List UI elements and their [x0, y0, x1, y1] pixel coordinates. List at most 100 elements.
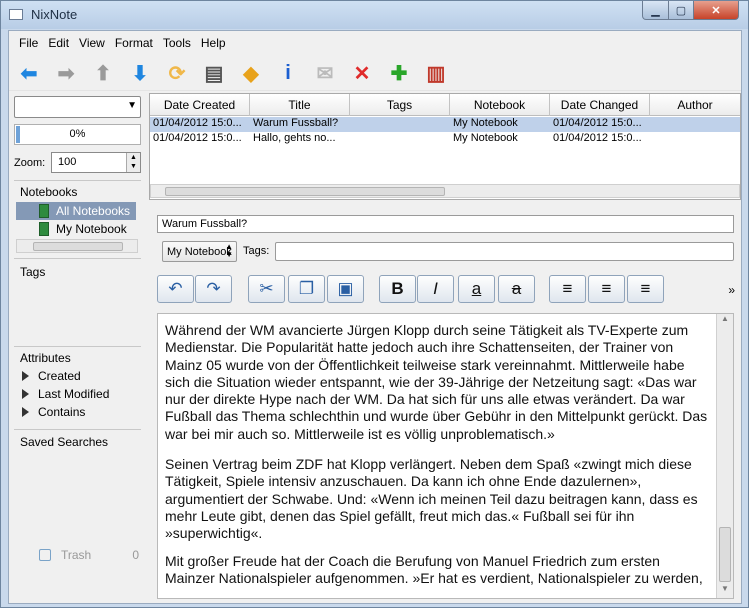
window-title: NixNote	[31, 7, 78, 22]
scrollbar-thumb[interactable]	[165, 187, 445, 196]
tags-input[interactable]	[275, 242, 734, 261]
left-panel: ▼ 0% Zoom: 100 ▲ ▼ Notebooks All Notebook…	[9, 92, 145, 602]
menu-format[interactable]: Format	[110, 33, 158, 55]
tags-title: Tags	[20, 265, 46, 279]
trash-count: 0	[132, 548, 139, 562]
attribute-label: Last Modified	[38, 387, 110, 401]
updown-icon: ▲ ▼	[225, 242, 233, 259]
redo-icon[interactable]: ↷	[195, 275, 232, 303]
menu-view[interactable]: View	[74, 33, 110, 55]
maximize-button[interactable]: ▢	[668, 1, 694, 20]
menu-file[interactable]: File	[14, 33, 43, 55]
zoom-spinbox[interactable]: 100 ▲ ▼	[51, 152, 141, 173]
note-body[interactable]: Während der WM avancierte Jürgen Klopp d…	[157, 313, 734, 599]
cut-icon[interactable]: ✂	[248, 275, 285, 303]
chevron-down-icon: ▼	[127, 100, 137, 111]
bold-icon[interactable]: B	[379, 275, 416, 303]
menu-help[interactable]: Help	[196, 33, 231, 55]
note-body-scrollbar[interactable]: ▲ ▼	[716, 314, 733, 598]
column-tags[interactable]: Tags	[350, 94, 450, 116]
strikethrough-icon[interactable]: a	[498, 275, 535, 303]
up-arrow-icon[interactable]: ⬆	[91, 62, 115, 86]
delete-icon[interactable]: ✕	[350, 62, 374, 86]
format-toolbar: » ↶ ↷ ✂ ❐ ▣ B Ia a ≡ ≡ ≡	[149, 271, 741, 305]
align-right-icon[interactable]: ≡	[627, 275, 664, 303]
italic-icon[interactable]: I	[417, 275, 454, 303]
progress-bar: 0%	[14, 124, 141, 145]
paste-icon[interactable]: ▣	[327, 275, 364, 303]
info-icon[interactable]: i	[276, 62, 300, 86]
notebook-label: All Notebooks	[56, 204, 131, 218]
align-left-icon[interactable]: ≡	[549, 275, 586, 303]
notebook-select[interactable]: My Notebook ▲ ▼	[162, 241, 237, 262]
cell-changed: 01/04/2012 15:0...	[553, 132, 642, 144]
note-row[interactable]: 01/04/2012 15:0... Hallo, gehts no... My…	[150, 132, 740, 147]
zoom-stepper[interactable]: ▲ ▼	[126, 153, 140, 172]
scroll-up-icon[interactable]: ▲	[717, 314, 733, 328]
column-date-changed[interactable]: Date Changed	[550, 94, 650, 116]
note-title-field[interactable]: Warum Fussball?	[157, 215, 734, 233]
add-note-icon[interactable]: ✚	[387, 62, 411, 86]
close-button[interactable]: ✕	[693, 1, 739, 20]
notebook-icon	[39, 204, 49, 218]
notebook-all[interactable]: All Notebooks	[16, 202, 136, 220]
email-icon[interactable]: ✉	[313, 62, 337, 86]
attributes-title: Attributes	[20, 351, 71, 365]
app-icon	[9, 9, 23, 20]
cell-tags	[350, 132, 450, 147]
trash-item[interactable]: Trash 0	[39, 548, 141, 562]
column-author[interactable]: Author	[650, 94, 740, 116]
cell-title: Hallo, gehts no...	[253, 132, 336, 144]
attribute-contains[interactable]: Contains	[17, 405, 85, 419]
notebook-select-value: My Notebook	[167, 246, 232, 258]
divider	[14, 346, 141, 347]
search-combo[interactable]: ▼	[14, 96, 141, 118]
cell-tags	[350, 117, 450, 132]
main-toolbar: ⬅ ➡ ⬆ ⬇ ⟳ ▤ ◆ i ✉ ✕ ✚ ▥	[9, 57, 741, 91]
column-title[interactable]: Title	[250, 94, 350, 116]
zoom-value: 100	[58, 156, 77, 168]
scrollbar-thumb[interactable]	[719, 527, 731, 582]
notebooks-icon[interactable]: ▥	[424, 62, 448, 86]
scroll-down-icon[interactable]: ▼	[717, 584, 733, 598]
cell-changed: 01/04/2012 15:0...	[553, 117, 642, 129]
column-notebook[interactable]: Notebook	[450, 94, 550, 116]
tags-label: Tags:	[243, 245, 270, 257]
paragraph: Während der WM avancierte Jürgen Klopp d…	[165, 322, 708, 442]
notebook-my[interactable]: My Notebook	[16, 220, 136, 238]
column-date-created[interactable]: Date Created	[150, 94, 250, 116]
menu-bar: File Edit View Format Tools Help	[9, 33, 741, 55]
note-row[interactable]: 01/04/2012 15:0... Warum Fussball? My No…	[150, 117, 740, 132]
attribute-last-modified[interactable]: Last Modified	[17, 387, 109, 401]
paragraph: Mit großer Freude hat der Coach die Beru…	[165, 553, 703, 587]
paragraph: Seinen Vertrag beim ZDF hat Klopp verlän…	[165, 456, 698, 542]
forward-arrow-icon[interactable]: ➡	[54, 62, 78, 86]
menu-tools[interactable]: Tools	[158, 33, 196, 55]
saved-searches-title: Saved Searches	[20, 435, 109, 449]
menu-edit[interactable]: Edit	[43, 33, 74, 55]
trash-icon	[39, 549, 51, 561]
attribute-created[interactable]: Created	[17, 369, 81, 383]
undo-icon[interactable]: ↶	[157, 275, 194, 303]
align-center-icon[interactable]: ≡	[588, 275, 625, 303]
progress-label: 0%	[69, 128, 86, 140]
app-window: NixNote ▁ ▢ ✕ File Edit View Format Tool…	[0, 0, 749, 608]
cell-author	[650, 132, 740, 147]
attribute-label: Contains	[38, 405, 86, 419]
scrollbar-thumb[interactable]	[33, 242, 123, 251]
cell-created: 01/04/2012 15:0...	[153, 117, 242, 129]
expand-icon	[22, 407, 29, 417]
tag-icon[interactable]: ◆	[239, 62, 263, 86]
sync-icon[interactable]: ⟳	[165, 62, 189, 86]
down-arrow-icon[interactable]: ⬇	[128, 62, 152, 86]
more-icon[interactable]: »	[728, 283, 735, 297]
copy-icon[interactable]: ❐	[288, 275, 325, 303]
minimize-button[interactable]: ▁	[642, 1, 669, 20]
notebooks-scrollbar[interactable]	[16, 239, 138, 253]
print-icon[interactable]: ▤	[202, 62, 226, 86]
back-arrow-icon[interactable]: ⬅	[17, 62, 41, 86]
note-list-scrollbar[interactable]	[150, 184, 740, 198]
underline-icon[interactable]: a	[458, 275, 495, 303]
note-list: Date Created Title Tags Notebook Date Ch…	[149, 93, 741, 200]
client-area: File Edit View Format Tools Help ⬅ ➡ ⬆ ⬇ ⟳ ▤ ◆…	[8, 30, 742, 604]
